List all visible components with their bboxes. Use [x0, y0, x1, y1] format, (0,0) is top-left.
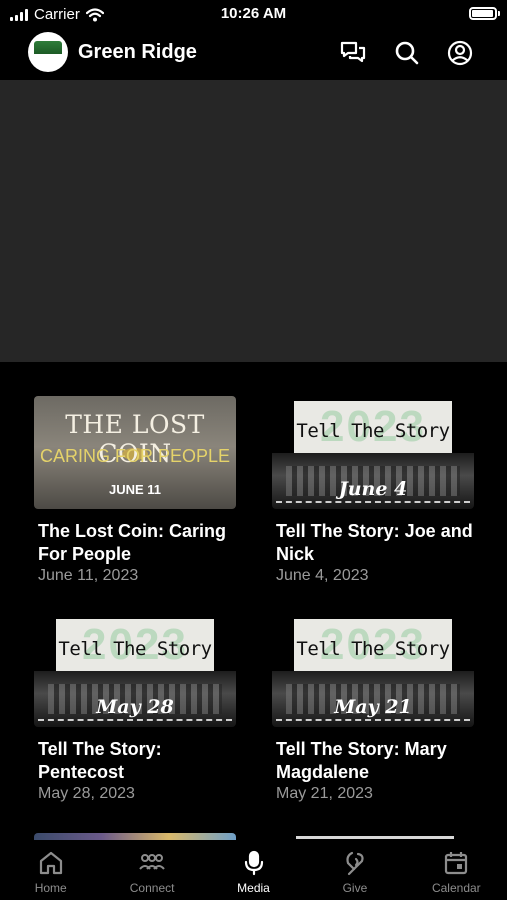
media-card-joe-and-nick[interactable]: 2023 Tell The Story June 4 Tell The Stor… [272, 396, 474, 585]
tab-home[interactable]: Home [0, 840, 101, 900]
tab-label: Connect [129, 881, 175, 895]
status-bar: Carrier 10:26 AM [0, 0, 507, 28]
tab-label: Media [237, 881, 270, 895]
media-date: May 21, 2023 [276, 785, 373, 802]
media-card-lost-coin[interactable]: THE LOST COIN CARING FOR PEOPLE JUNE 11 … [34, 396, 236, 585]
chat-icon[interactable] [340, 40, 366, 66]
media-title[interactable]: Tell The Story: Joe and Nick [272, 520, 474, 566]
thumb-title-text: Tell The Story [296, 638, 450, 660]
media-thumbnail[interactable]: 2023 Tell The Story June 4 [272, 396, 474, 509]
calendar-icon [445, 852, 468, 875]
tab-label: Home [34, 881, 67, 895]
hero-banner[interactable] [0, 80, 507, 362]
church-logo[interactable] [28, 32, 68, 72]
app-title: Green Ridge [78, 41, 197, 63]
app-header: Green Ridge [0, 28, 507, 78]
thumb-subtitle-text: CARING FOR PEOPLE [39, 446, 231, 466]
microphone-icon [244, 850, 263, 876]
thumb-date-text: May 28 [96, 696, 174, 718]
battery-icon [469, 7, 500, 20]
thumb-date-text: May 21 [334, 696, 412, 718]
tab-give[interactable]: Give [304, 840, 405, 900]
thumb-date-text: JUNE 11 [108, 482, 162, 497]
search-icon[interactable] [394, 40, 420, 66]
tab-connect[interactable]: Connect [101, 840, 202, 900]
account-icon[interactable] [447, 40, 473, 66]
media-date: May 28, 2023 [38, 785, 135, 802]
media-date: June 11, 2023 [38, 567, 139, 584]
media-thumbnail[interactable]: THE LOST COIN CARING FOR PEOPLE JUNE 11 [34, 396, 236, 509]
media-title[interactable]: The Lost Coin: Caring For People [34, 520, 236, 566]
tab-media[interactable]: Media [203, 840, 304, 900]
home-icon [39, 851, 62, 875]
tab-label: Give [342, 881, 368, 895]
status-time: 10:26 AM [220, 5, 287, 22]
media-card-mary-magdalene[interactable]: 2023 Tell The Story May 21 Tell The Stor… [272, 614, 474, 803]
thumb-title-text: Tell The Story [58, 638, 212, 660]
media-card-pentecost[interactable]: 2023 Tell The Story May 28 Tell The Stor… [34, 614, 236, 803]
tab-calendar[interactable]: Calendar [406, 840, 507, 900]
give-icon [346, 851, 364, 876]
media-title[interactable]: Tell The Story: Pentecost [34, 738, 236, 784]
media-date: June 4, 2023 [276, 567, 369, 584]
tab-label: Calendar [431, 881, 481, 895]
media-card-partial[interactable] [296, 836, 454, 839]
tab-bar: Home Connect Media Give Calendar [0, 840, 507, 900]
media-title[interactable]: Tell The Story: Mary Magdalene [272, 738, 474, 784]
thumb-title-text: Tell The Story [296, 420, 450, 442]
people-icon [139, 854, 165, 870]
media-thumbnail[interactable]: 2023 Tell The Story May 28 [34, 614, 236, 727]
media-thumbnail[interactable]: 2023 Tell The Story May 21 [272, 614, 474, 727]
thumb-date-text: June 4 [338, 478, 408, 500]
